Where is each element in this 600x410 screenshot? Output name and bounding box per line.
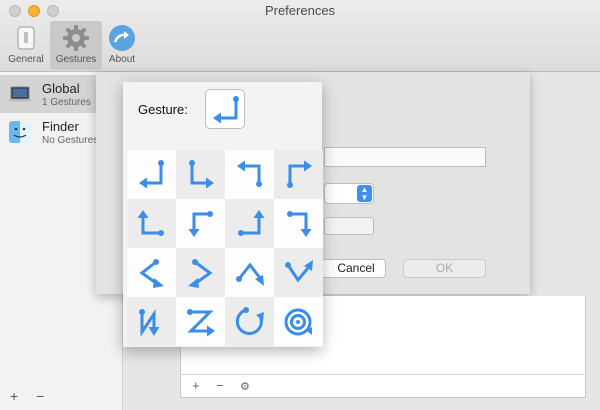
window-toolbar: Preferences General Gestures About (0, 0, 600, 72)
toolbar-gestures[interactable]: Gestures (50, 21, 102, 70)
gesture-picker-popover: Gesture: (123, 82, 323, 347)
toolbar-general[interactable]: General (3, 21, 49, 70)
gesture-n-shape[interactable] (127, 297, 176, 346)
gesture-circle-clockwise[interactable] (225, 297, 274, 346)
gesture-down-up-chevron[interactable] (274, 248, 323, 297)
gesture-left-down-icon (237, 160, 262, 187)
ok-button[interactable]: OK (403, 259, 486, 278)
window-title: Preferences (264, 3, 336, 18)
add-app-button[interactable]: + (10, 388, 18, 404)
gesture-list-footer: + − ⚙ (180, 374, 586, 398)
select-stepper-icon: ▲ ▼ (357, 185, 372, 202)
gesture-label: Gesture: (138, 102, 188, 117)
gesture-right-chevron-icon (188, 259, 213, 288)
gesture-left-down-from-right-icon (287, 211, 312, 237)
toolbar-about-label: About (108, 54, 136, 65)
cancel-button[interactable]: Cancel (312, 259, 386, 278)
current-gesture-well[interactable] (205, 89, 245, 129)
gear-icon (63, 25, 89, 51)
gesture-right-down[interactable] (176, 199, 225, 248)
about-arrow-icon (109, 25, 135, 51)
sidebar-item-global-subtitle: 1 Gestures (42, 97, 91, 108)
remove-app-button[interactable]: − (36, 388, 44, 404)
gesture-down-chevron-icon (285, 260, 313, 283)
sidebar-item-finder-subtitle: No Gestures (42, 135, 99, 146)
action-name-field[interactable] (324, 147, 486, 167)
add-gesture-button[interactable]: + (192, 378, 200, 393)
gesture-right-left-chevron[interactable] (176, 248, 225, 297)
laptop-icon (9, 86, 31, 102)
gesture-up-right[interactable] (274, 150, 323, 199)
gesture-up-right-icon (287, 160, 312, 188)
gesture-grid (127, 150, 323, 346)
general-switch-icon (17, 26, 35, 50)
gesture-up-left-from-bottom-icon (238, 210, 265, 236)
gesture-n-shape-icon (139, 309, 160, 337)
gesture-up-left[interactable] (225, 199, 274, 248)
gesture-left-chevron-icon (139, 259, 164, 288)
gesture-down-left-icon (139, 160, 164, 189)
gesture-down-left[interactable] (127, 150, 176, 199)
gesture-right-down-icon (188, 211, 213, 237)
gesture-z-shape[interactable] (176, 297, 225, 346)
gesture-up-down-chevron[interactable] (225, 248, 274, 297)
gesture-z-shape-icon (187, 309, 215, 337)
sidebar-item-finder-name: Finder (42, 119, 79, 134)
gesture-up-chevron-icon (236, 262, 264, 286)
gesture-circle-icon (235, 307, 264, 336)
toolbar-gestures-label: Gestures (55, 54, 97, 65)
gesture-up-left-icon (137, 210, 164, 236)
gesture-left-down[interactable] (225, 150, 274, 199)
gesture-down-right-icon (189, 160, 214, 189)
gesture-spiral[interactable] (274, 297, 323, 346)
gesture-down-right-from-top[interactable] (274, 199, 323, 248)
sidebar-footer: + − (10, 388, 58, 404)
gesture-settings-icon[interactable]: ⚙ (240, 380, 250, 393)
gesture-up-right-from-bottom[interactable] (127, 199, 176, 248)
gesture-down-right[interactable] (176, 150, 225, 199)
toolbar-general-label: General (8, 54, 44, 65)
action-type-select[interactable]: ▲ ▼ (324, 183, 374, 204)
remove-gesture-button[interactable]: − (216, 378, 224, 393)
current-gesture-icon (213, 96, 239, 124)
sidebar-item-global-name: Global (42, 81, 80, 96)
finder-icon (9, 121, 31, 143)
shortcut-field[interactable] (324, 217, 374, 235)
gesture-spiral-icon (284, 308, 312, 336)
toolbar-about[interactable]: About (104, 21, 140, 70)
gesture-left-right-chevron[interactable] (127, 248, 176, 297)
